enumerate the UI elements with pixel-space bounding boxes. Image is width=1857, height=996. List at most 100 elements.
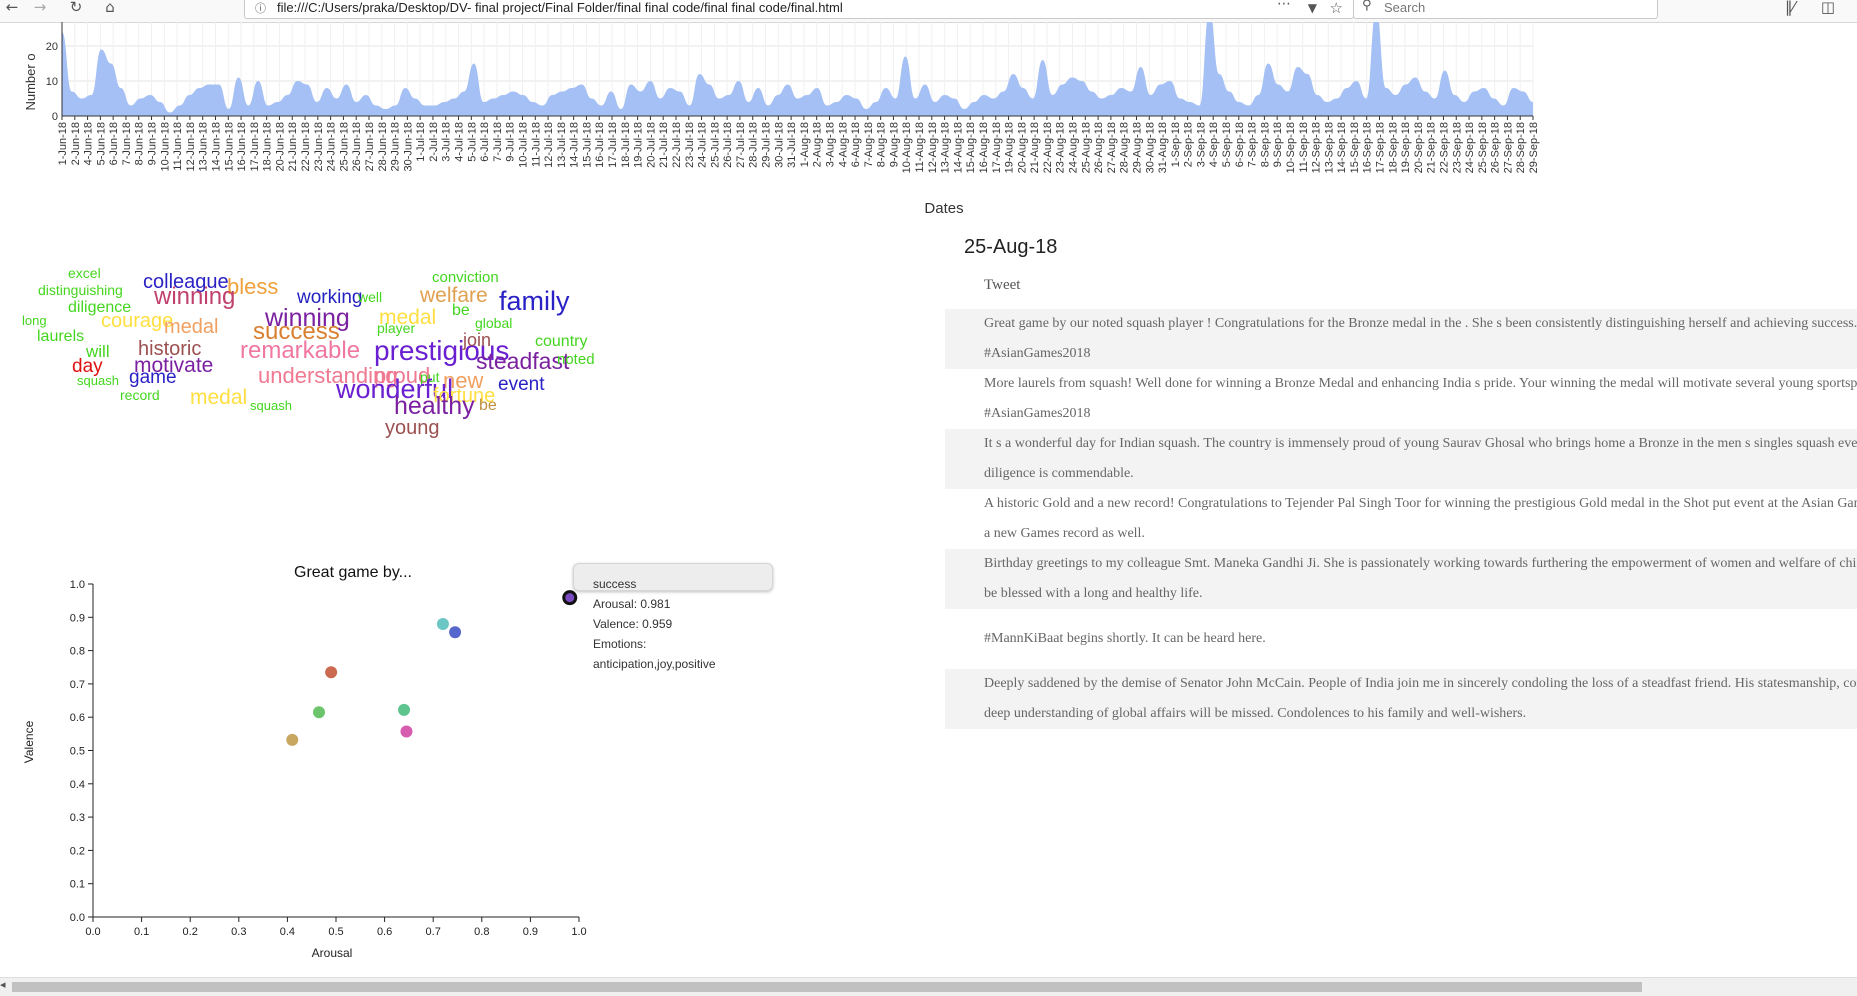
tweet-row: A historic Gold and a new record! Congra… bbox=[945, 489, 1857, 549]
word-cloud-word[interactable]: distinguishing bbox=[38, 283, 123, 297]
timeline-x-tick: 21-Jul-18 bbox=[658, 122, 670, 168]
timeline-x-axis: 1-Jun-18 2-Jun-18 4-Jun-18 5-Jun-18 6-Jun-18… bbox=[57, 115, 1540, 173]
scatter-x-tick: 0.7 bbox=[426, 926, 441, 938]
word-cloud-word[interactable]: family bbox=[499, 288, 570, 315]
word-cloud-word[interactable]: be bbox=[452, 303, 470, 319]
word-cloud-word[interactable]: event bbox=[498, 375, 544, 394]
word-cloud-word[interactable]: young bbox=[385, 418, 440, 438]
timeline-x-tick: 3-Jul-18 bbox=[441, 122, 453, 162]
timeline-x-tick: 10-Sep-18 bbox=[1285, 122, 1297, 173]
timeline-x-tick: 1-Aug-18 bbox=[799, 122, 811, 167]
info-icon[interactable]: ⓘ bbox=[255, 0, 266, 16]
search-bar[interactable]: ⚲ Search bbox=[1353, 0, 1658, 19]
scatter-point[interactable] bbox=[312, 706, 325, 719]
tweet-row: #MannKiBaat begins shortly. It can be he… bbox=[945, 609, 1857, 669]
home-icon[interactable]: ⌂ bbox=[100, 0, 120, 16]
timeline-x-tick: 15-Sep-18 bbox=[1349, 122, 1361, 173]
timeline-x-tick: 4-Sep-18 bbox=[1208, 122, 1220, 167]
timeline-x-tick: 31-Aug-18 bbox=[1157, 122, 1169, 173]
word-cloud-word[interactable]: noted bbox=[557, 352, 595, 367]
word-cloud-word[interactable]: laurels bbox=[37, 329, 84, 345]
word-cloud-word[interactable]: player bbox=[377, 321, 415, 335]
timeline-x-tick: 17-Sep-18 bbox=[1375, 122, 1387, 173]
timeline-x-tick: 6-Sep-18 bbox=[1234, 122, 1246, 167]
timeline-y-tick: 20 bbox=[46, 41, 58, 53]
timeline-x-tick: 15-Jul-18 bbox=[581, 122, 593, 168]
timeline-x-tick: 5-Sep-18 bbox=[1221, 122, 1233, 167]
selected-date-title: 25-Aug-18 bbox=[964, 236, 1058, 258]
word-cloud-word[interactable]: medal bbox=[190, 387, 247, 408]
timeline-x-label: Dates bbox=[924, 200, 963, 217]
timeline-x-tick: 8-Jun-18 bbox=[134, 122, 146, 165]
word-cloud-word[interactable]: long bbox=[22, 314, 47, 327]
library-icon[interactable]: ‖⁄ bbox=[1780, 0, 1800, 16]
timeline-x-tick: 7-Aug-18 bbox=[863, 122, 875, 167]
scatter-point[interactable] bbox=[286, 733, 299, 746]
scatter-point[interactable] bbox=[400, 725, 413, 738]
scatter-point[interactable] bbox=[398, 703, 411, 716]
word-cloud-word[interactable]: global bbox=[475, 316, 512, 330]
word-cloud-word[interactable]: join bbox=[463, 331, 491, 349]
word-cloud-word[interactable]: healthy bbox=[394, 394, 475, 419]
timeline-x-tick: 6-Jun-18 bbox=[108, 122, 120, 165]
word-cloud-word[interactable]: steadfast bbox=[476, 350, 569, 373]
pocket-icon[interactable]: ▼ bbox=[1308, 1, 1317, 15]
scatter-y-tick: 0.0 bbox=[70, 912, 85, 924]
timeline-x-tick: 28-Jun-18 bbox=[377, 122, 389, 172]
timeline-x-tick: 20-Jul-18 bbox=[645, 122, 657, 168]
timeline-x-tick: 20-Aug-18 bbox=[1016, 122, 1028, 173]
timeline-x-tick: 4-Jun-18 bbox=[83, 122, 95, 165]
scatter-y-tick: 0.7 bbox=[70, 679, 85, 691]
timeline-x-tick: 19-Jul-18 bbox=[633, 122, 645, 168]
page-actions-icon[interactable]: ⋯ bbox=[1277, 0, 1291, 12]
bookmark-star-icon[interactable]: ☆ bbox=[1330, 0, 1343, 17]
sidebar-icon[interactable]: ◫ bbox=[1818, 0, 1838, 16]
timeline-x-tick: 7-Jul-18 bbox=[492, 122, 504, 162]
forward-icon[interactable]: → bbox=[30, 0, 50, 16]
word-cloud-word[interactable]: medal bbox=[164, 317, 218, 337]
reload-icon[interactable]: ↻ bbox=[66, 0, 86, 16]
timeline-x-tick: 30-Jul-18 bbox=[773, 122, 785, 168]
timeline-x-tick: 2-Aug-18 bbox=[812, 122, 824, 167]
word-cloud-word[interactable]: winning bbox=[154, 285, 235, 309]
word-cloud: excel distinguishing colleague bless winning… bbox=[0, 250, 640, 490]
browser-toolbar: ← → ↻ ⌂ ⓘ file:///C:/Users/praka/Desktop… bbox=[0, 0, 1857, 23]
scroll-left-icon[interactable]: ◂ bbox=[0, 978, 6, 991]
search-placeholder[interactable]: Search bbox=[1384, 0, 1425, 15]
scatter-point[interactable] bbox=[436, 617, 449, 630]
word-cloud-word[interactable]: excel bbox=[68, 266, 101, 280]
timeline-x-tick: 13-Sep-18 bbox=[1323, 122, 1335, 173]
timeline-x-tick: 31-Jul-18 bbox=[786, 122, 798, 168]
timeline-x-tick: 28-Jul-18 bbox=[748, 122, 760, 168]
timeline-x-tick: 24-Sep-18 bbox=[1464, 122, 1476, 173]
scatter-point[interactable] bbox=[325, 666, 338, 679]
scatter-x-tick: 0.2 bbox=[183, 926, 198, 938]
scatter-point[interactable] bbox=[562, 590, 578, 606]
timeline-x-tick: 6-Jul-18 bbox=[479, 122, 491, 162]
url-text[interactable]: file:///C:/Users/praka/Desktop/DV- final… bbox=[277, 0, 843, 15]
timeline-x-tick: 16-Sep-18 bbox=[1362, 122, 1374, 173]
word-cloud-word[interactable]: record bbox=[120, 388, 160, 402]
tweet-table: Great game by our noted squash player ! … bbox=[945, 309, 1857, 729]
word-cloud-word[interactable]: courage bbox=[101, 311, 173, 331]
tooltip-word: success bbox=[593, 577, 637, 591]
word-cloud-word[interactable]: be bbox=[479, 398, 497, 414]
word-cloud-word[interactable]: well bbox=[358, 290, 382, 304]
scatter-x-tick: 0.6 bbox=[377, 926, 392, 938]
word-cloud-word[interactable]: squash bbox=[250, 399, 292, 412]
timeline-x-tick: 4-Aug-18 bbox=[837, 122, 849, 167]
timeline-x-tick: 11-Aug-18 bbox=[914, 122, 926, 173]
word-cloud-word[interactable]: conviction bbox=[432, 270, 499, 285]
horizontal-scrollbar[interactable]: ◂ bbox=[0, 977, 1857, 996]
word-cloud-word[interactable]: squash bbox=[77, 374, 119, 387]
timeline-x-tick: 26-Aug-18 bbox=[1093, 122, 1105, 173]
word-cloud-word[interactable]: game bbox=[129, 368, 177, 387]
tweet-text: A historic Gold and a new record! Congra… bbox=[984, 496, 1857, 541]
scrollbar-thumb[interactable] bbox=[12, 982, 1642, 992]
back-icon[interactable]: ← bbox=[2, 0, 22, 16]
scatter-point[interactable] bbox=[449, 626, 462, 639]
timeline-x-tick: 20-Jun-18 bbox=[274, 122, 286, 172]
address-bar[interactable]: ⓘ file:///C:/Users/praka/Desktop/DV- fin… bbox=[244, 0, 1354, 19]
timeline-x-tick: 16-Jul-18 bbox=[594, 122, 606, 168]
word-cloud-word[interactable]: remarkable bbox=[240, 339, 360, 363]
